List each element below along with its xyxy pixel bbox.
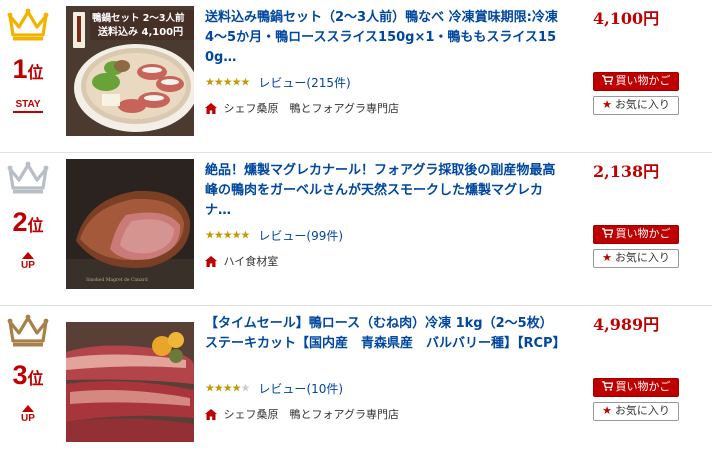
shop-name-link[interactable]: ハイ食材室 [224,255,279,268]
crown-icon-bronze [7,314,49,347]
review-row: ★★★★★ レビュー(99件) [205,225,560,245]
stay-underline [13,111,43,113]
ranking-item: 3位 UP 【タイムセール】鴨ロース（むね肉）冷凍 1kg（2〜5枚）ステーキカ… [0,306,712,459]
up-arrow-icon [22,405,34,412]
rank-number: 2位 [12,207,44,237]
shop-home-icon [205,103,217,114]
rank-badge: 3位 UP [0,314,56,454]
review-link[interactable]: レビュー(215件) [258,76,350,90]
product-title-link[interactable]: 絶品！燻製マグレカナール！フォアグラ採取後の副産物最高峰の鴨肉をガーベルさんが天… [205,161,560,221]
review-row: ★★★★★ レビュー(215件) [205,72,560,92]
purchase-panel: 2,138円 買い物かご ★ お気に入り [593,161,703,268]
crown-icon-gold [7,8,49,41]
rank-trend: UP [0,252,56,271]
add-to-cart-button[interactable]: 買い物かご [593,72,679,91]
price: 2,138円 [593,162,660,181]
product-info: 【タイムセール】鴨ロース（むね肉）冷凍 1kg（2〜5枚）ステーキカット【国内産… [205,314,560,423]
price: 4,989円 [593,315,660,334]
shop-row: ハイ食材室 [205,254,560,270]
product-info: 送料込み鴨鍋セット（2〜3人前）鴨なべ 冷凍賞味期限:冷凍4〜5か月・鴨ロースス… [205,8,560,117]
up-arrow-icon [22,252,34,259]
cart-icon [601,75,613,85]
purchase-panel: 4,100円 買い物かご ★ お気に入り [593,8,703,115]
crown-icon-silver [7,161,49,194]
rank-trend: UP [0,405,56,424]
review-link[interactable]: レビュー(99件) [258,229,343,243]
ranking-list: 1位 STAY 鴨鍋セット 2〜3人前 送料込み 4,100円 送料込み鴨鍋セッ… [0,0,712,459]
review-link[interactable]: レビュー(10件) [258,382,343,396]
shop-row: シェフ桑原 鴨とフォアグラ専門店 [205,407,560,423]
add-to-cart-button[interactable]: 買い物かご [593,225,679,244]
product-image[interactable] [66,322,194,442]
review-row: ★★★★★ レビュー(10件) [205,378,560,398]
price: 4,100円 [593,9,660,28]
star-icon: ★ [602,99,612,111]
ranking-item: 2位 UP Smoked Magret de Canard 絶品！燻製マグレカナ… [0,153,712,306]
rank-trend: STAY [0,99,56,113]
rating-stars: ★★★★★ [205,228,250,242]
add-to-favorites-button[interactable]: ★ お気に入り [593,96,679,115]
star-icon: ★ [602,252,612,264]
cart-icon [601,381,613,391]
rank-number: 1位 [12,54,44,84]
shop-name-link[interactable]: シェフ桑原 鴨とフォアグラ専門店 [224,102,399,115]
shop-name-link[interactable]: シェフ桑原 鴨とフォアグラ専門店 [224,408,399,421]
image-watermark: Smoked Magret de Canard [86,277,148,283]
add-to-cart-button[interactable]: 買い物かご [593,378,679,397]
smoked-duck-image: Smoked Magret de Canard [66,159,194,289]
duck-breast-image [66,322,194,442]
duck-hotpot-image: 鴨鍋セット 2〜3人前 送料込み 4,100円 [66,6,194,136]
rank-number: 3位 [12,360,44,390]
rating-stars: ★★★★★ [205,75,250,89]
rank-badge: 2位 UP [0,161,56,301]
add-to-favorites-button[interactable]: ★ お気に入り [593,402,679,421]
product-title-link[interactable]: 送料込み鴨鍋セット（2〜3人前）鴨なべ 冷凍賞味期限:冷凍4〜5か月・鴨ロースス… [205,8,560,68]
rank-badge: 1位 STAY [0,8,56,148]
thumb-caption-1: 鴨鍋セット 2〜3人前 [92,12,185,24]
purchase-panel: 4,989円 買い物かご ★ お気に入り [593,314,703,421]
thumb-caption-2: 送料込み 4,100円 [97,25,183,38]
shop-home-icon [205,409,217,420]
product-info: 絶品！燻製マグレカナール！フォアグラ採取後の副産物最高峰の鴨肉をガーベルさんが天… [205,161,560,270]
product-image[interactable]: Smoked Magret de Canard [66,159,194,289]
rating-stars: ★★★★★ [205,381,250,395]
star-icon: ★ [602,405,612,417]
cart-icon [601,228,613,238]
product-image[interactable]: 鴨鍋セット 2〜3人前 送料込み 4,100円 [66,6,194,136]
ranking-item: 1位 STAY 鴨鍋セット 2〜3人前 送料込み 4,100円 送料込み鴨鍋セッ… [0,0,712,153]
shop-row: シェフ桑原 鴨とフォアグラ専門店 [205,101,560,117]
shop-home-icon [205,256,217,267]
add-to-favorites-button[interactable]: ★ お気に入り [593,249,679,268]
product-title-link[interactable]: 【タイムセール】鴨ロース（むね肉）冷凍 1kg（2〜5枚）ステーキカット【国内産… [205,314,560,374]
